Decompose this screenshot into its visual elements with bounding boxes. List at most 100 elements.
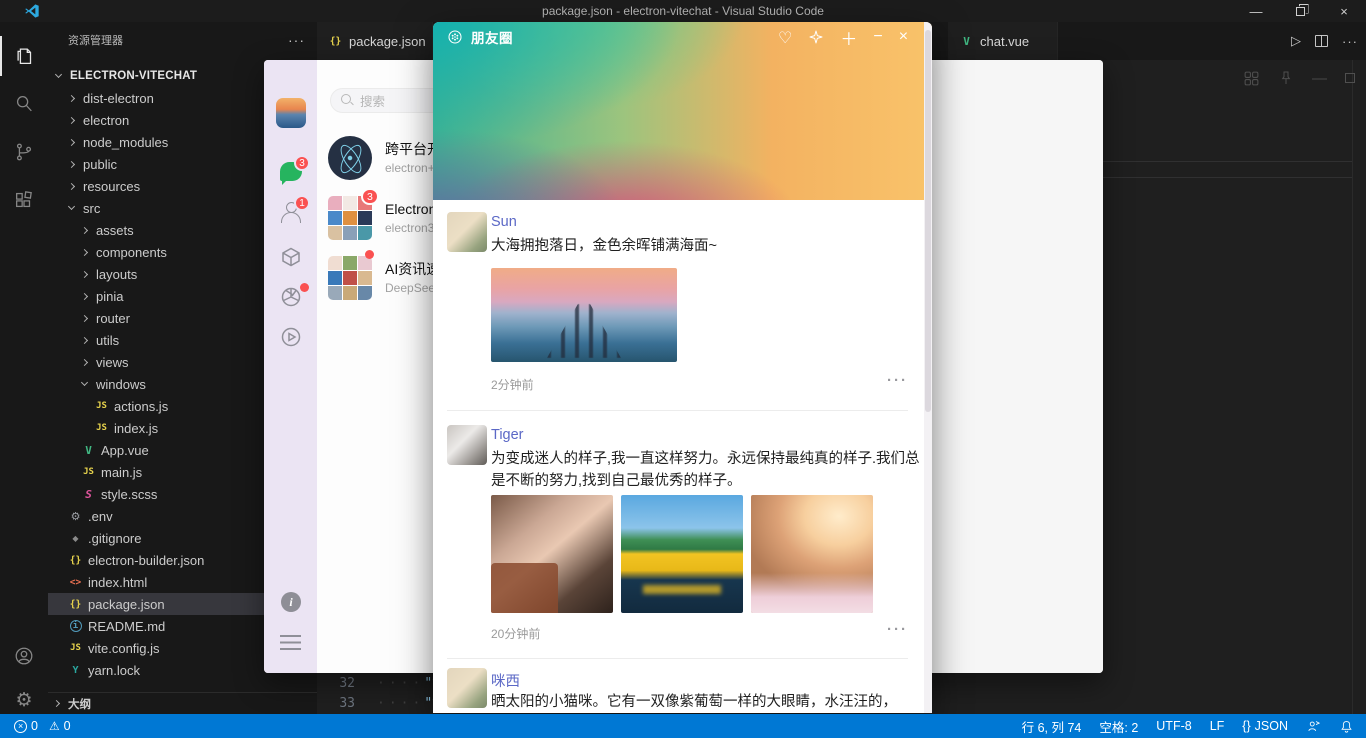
run-button[interactable]: ▷ <box>1291 33 1301 49</box>
tree-item-label: electron <box>83 113 129 128</box>
encoding[interactable]: UTF-8 <box>1156 719 1191 733</box>
avatar-grid-cell <box>343 256 357 270</box>
avatar-grid-cell <box>328 211 342 225</box>
js-file-icon <box>80 467 97 477</box>
chat-maximize-button[interactable] <box>1345 73 1355 83</box>
explorer-header-label: 资源管理器 <box>68 32 123 48</box>
tree-item-label: package.json <box>88 597 165 612</box>
chevron-right-icon <box>68 138 75 145</box>
play-circle-icon[interactable] <box>279 325 303 349</box>
avatar-grid-cell <box>328 271 342 285</box>
chevron-down-icon <box>81 379 88 386</box>
info-icon[interactable]: i <box>281 592 301 612</box>
window-minimize-button[interactable]: — <box>1234 0 1278 22</box>
html-file-icon <box>67 577 84 588</box>
app-grid-icon[interactable] <box>1243 70 1260 87</box>
star-pin-icon[interactable] <box>808 29 824 45</box>
post-image-sunset-pier[interactable] <box>491 268 677 362</box>
moments-scrollbar-thumb[interactable] <box>925 30 931 412</box>
chat-title: AI资讯速 <box>385 259 440 279</box>
account-icon[interactable] <box>0 636 48 676</box>
post-text: 晒太阳的小猫咪。它有一双像紫葡萄一样的大眼睛，水汪汪的， <box>491 691 927 713</box>
post-image-yellow-train[interactable] <box>621 495 743 613</box>
extensions-icon[interactable] <box>0 180 48 220</box>
post-images <box>491 268 677 362</box>
whitespace-dots: ···· <box>377 696 424 711</box>
cube-icon[interactable] <box>279 245 303 269</box>
avatar-grid-cell <box>328 256 342 270</box>
feedback-icon[interactable] <box>1306 719 1321 734</box>
tree-item-label: README.md <box>88 619 165 634</box>
window-title: package.json - electron-vitechat - Visua… <box>0 4 1366 18</box>
post-author-name[interactable]: 咪西 <box>491 670 520 691</box>
avatar-grid-cell <box>343 211 357 225</box>
vue-file-icon <box>80 444 97 457</box>
tree-item-label: assets <box>96 223 134 238</box>
avatar-grid-cell <box>343 226 357 240</box>
post-author-name[interactable]: Tiger <box>491 427 524 443</box>
tree-item-label: node_modules <box>83 135 168 150</box>
indentation[interactable]: 空格: 2 <box>1099 717 1138 736</box>
eol-sequence[interactable]: LF <box>1210 719 1225 733</box>
line-number: 33 <box>317 696 355 711</box>
post-divider <box>447 658 908 659</box>
post-text: 大海拥抱落日，金色余晖铺满海面~ <box>491 235 927 257</box>
chevron-down-icon <box>68 203 75 210</box>
post-menu-dots-icon[interactable]: ··· <box>887 625 908 635</box>
heart-icon[interactable]: ♡ <box>778 28 792 47</box>
tab-package-json[interactable]: package.json × <box>317 22 433 60</box>
screen: package.json - electron-vitechat - Visua… <box>0 0 1366 738</box>
avatar-grid-cell <box>358 271 372 285</box>
outline-section[interactable]: 大纲 <box>48 692 317 714</box>
chevron-right-icon <box>81 314 88 321</box>
tree-item-label: pinia <box>96 289 123 304</box>
cursor-position[interactable]: 行 6, 列 74 <box>1022 717 1082 736</box>
unread-dot <box>365 250 374 259</box>
notifications-bell-icon[interactable] <box>1339 719 1354 734</box>
split-editor-icon[interactable] <box>1315 35 1328 47</box>
gear-file-icon <box>67 510 84 523</box>
moments-close-button[interactable]: × <box>899 28 908 46</box>
post-author-name[interactable]: Sun <box>491 214 517 230</box>
avatar-grid-cell <box>328 226 342 240</box>
status-bar: × 0 ⚠ 0 行 6, 列 74 空格: 2 UTF-8 LF {} JSON <box>0 714 1366 738</box>
search-icon[interactable] <box>0 84 48 124</box>
chevron-right-icon <box>53 700 60 707</box>
chat-minimize-button[interactable]: — <box>1312 70 1327 87</box>
explorer-icon[interactable] <box>0 36 48 76</box>
moments-header: 朋友圈 ♡ ＋ − × <box>433 22 932 200</box>
post-menu-dots-icon[interactable]: ··· <box>887 376 908 386</box>
editor-more-actions-icon[interactable]: ··· <box>1342 34 1358 49</box>
moments-minimize-button[interactable]: − <box>873 28 882 46</box>
post-time: 2分钟前 <box>491 376 534 393</box>
source-control-icon[interactable] <box>0 132 48 172</box>
chevron-right-icon <box>81 226 88 233</box>
explorer-more-icon[interactable]: ··· <box>288 32 305 48</box>
info-file-icon <box>67 620 84 632</box>
js-file-icon <box>93 423 110 433</box>
tree-item-label: utils <box>96 333 119 348</box>
vue-file-icon <box>958 35 975 48</box>
problems-errors[interactable]: × 0 <box>14 719 38 733</box>
new-post-plus-icon[interactable]: ＋ <box>840 25 857 50</box>
post-author-avatar[interactable] <box>447 668 487 708</box>
menu-hamburger-icon[interactable] <box>280 635 301 650</box>
problems-warnings[interactable]: ⚠ 0 <box>43 719 71 733</box>
json-file-icon <box>327 36 344 47</box>
tab-label: package.json <box>349 34 426 49</box>
post-image-girl-glasses[interactable] <box>491 495 613 613</box>
tree-item-label: dist-electron <box>83 91 154 106</box>
post-author-avatar[interactable] <box>447 212 487 252</box>
warning-icon: ⚠ <box>49 719 60 733</box>
magnifier-icon <box>341 94 354 107</box>
moments-flower-icon <box>447 29 463 45</box>
window-restore-button[interactable] <box>1278 0 1322 22</box>
language-mode[interactable]: {} JSON <box>1242 719 1288 733</box>
window-close-button[interactable]: × <box>1322 0 1366 22</box>
current-line-highlight <box>1103 161 1352 178</box>
tab-chat-vue[interactable]: chat.vue <box>948 22 1058 60</box>
post-image-girl-sunshine[interactable] <box>751 495 873 613</box>
post-author-avatar[interactable] <box>447 425 487 465</box>
user-avatar[interactable] <box>276 98 306 128</box>
pin-icon[interactable] <box>1278 70 1294 86</box>
